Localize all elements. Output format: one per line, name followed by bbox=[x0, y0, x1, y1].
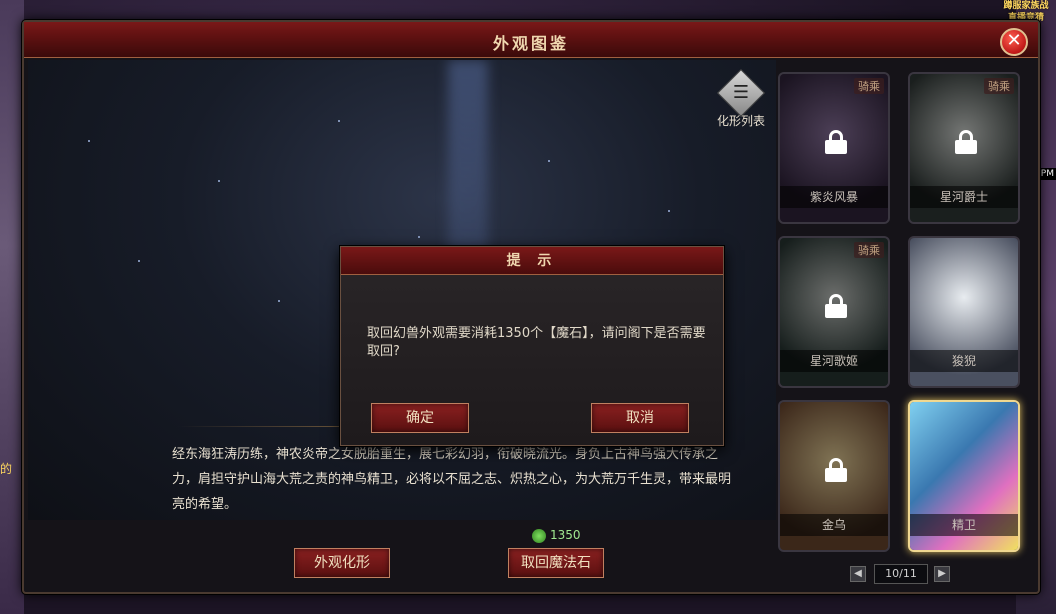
lock-icon bbox=[954, 130, 978, 154]
next-page-button[interactable]: ▶ bbox=[934, 566, 950, 582]
left-edge-scene bbox=[0, 0, 24, 614]
side-text: 的 bbox=[0, 462, 13, 476]
dialog-title: 提 示 bbox=[341, 247, 723, 275]
card-suan-ni[interactable]: 狻猊 bbox=[908, 236, 1020, 388]
lock-icon bbox=[824, 294, 848, 318]
price-value: 1350 bbox=[550, 528, 581, 542]
window-titlebar: 外观图鉴 ✕ bbox=[24, 22, 1038, 58]
lock-icon bbox=[824, 458, 848, 482]
star bbox=[88, 140, 90, 142]
confirm-button[interactable]: 确定 bbox=[371, 403, 469, 433]
pet-description: 经东海狂涛历练，神农炎帝之女脱胎重生，展七彩幻羽，衔破晓流光。身负上古神鸟强大传… bbox=[172, 447, 732, 512]
transform-button[interactable]: 外观化形 bbox=[294, 548, 390, 578]
reclaim-stone-button[interactable]: 取回魔法石 bbox=[508, 548, 604, 578]
card-xing-he-ge-ji[interactable]: 骑乘 星河歌姬 bbox=[778, 236, 890, 388]
cancel-button[interactable]: 取消 bbox=[591, 403, 689, 433]
mount-badge: 骑乘 bbox=[854, 242, 884, 258]
close-button[interactable]: ✕ bbox=[1000, 28, 1028, 56]
star bbox=[138, 260, 140, 262]
star bbox=[278, 300, 280, 302]
prev-page-button[interactable]: ◀ bbox=[850, 566, 866, 582]
star bbox=[548, 160, 550, 162]
card-name: 紫炎风暴 bbox=[780, 186, 888, 208]
dialog-message: 取回幻兽外观需要消耗1350个【魔石】，请问阁下是否需要取回? bbox=[367, 326, 706, 359]
scroll-icon: ☰ bbox=[716, 68, 766, 118]
star bbox=[418, 236, 420, 238]
right-text: PM bbox=[1038, 168, 1056, 180]
page-count: 10/11 bbox=[874, 564, 928, 584]
magic-stone-icon bbox=[532, 528, 546, 543]
card-name: 星河爵士 bbox=[910, 186, 1018, 208]
card-name: 狻猊 bbox=[910, 350, 1018, 372]
card-zi-yan-feng-bao[interactable]: 骑乘 紫炎风暴 bbox=[778, 72, 890, 224]
card-name: 精卫 bbox=[910, 514, 1018, 536]
card-name: 星河歌姬 bbox=[780, 350, 888, 372]
card-xing-he-jue-shi[interactable]: 骑乘 星河爵士 bbox=[908, 72, 1020, 224]
star bbox=[218, 180, 220, 182]
chevron-right-icon: ▶ bbox=[938, 568, 946, 579]
window-title: 外观图鉴 bbox=[492, 34, 569, 53]
star bbox=[668, 210, 670, 212]
chevron-left-icon: ◀ bbox=[854, 568, 862, 579]
lock-icon bbox=[824, 130, 848, 154]
mount-badge: 骑乘 bbox=[984, 78, 1014, 94]
close-icon: ✕ bbox=[1006, 30, 1022, 51]
confirm-dialog: 提 示 取回幻兽外观需要消耗1350个【魔石】，请问阁下是否需要取回? 确定 取… bbox=[340, 246, 724, 446]
mount-badge: 骑乘 bbox=[854, 78, 884, 94]
star bbox=[338, 120, 340, 122]
transform-list-button[interactable]: ☰ 化形列表 bbox=[714, 68, 768, 129]
card-jing-wei[interactable]: 精卫 bbox=[908, 400, 1020, 552]
price-display: 1350 bbox=[532, 528, 581, 543]
card-name: 金乌 bbox=[780, 514, 888, 536]
card-jin-wu[interactable]: 金乌 bbox=[778, 400, 890, 552]
